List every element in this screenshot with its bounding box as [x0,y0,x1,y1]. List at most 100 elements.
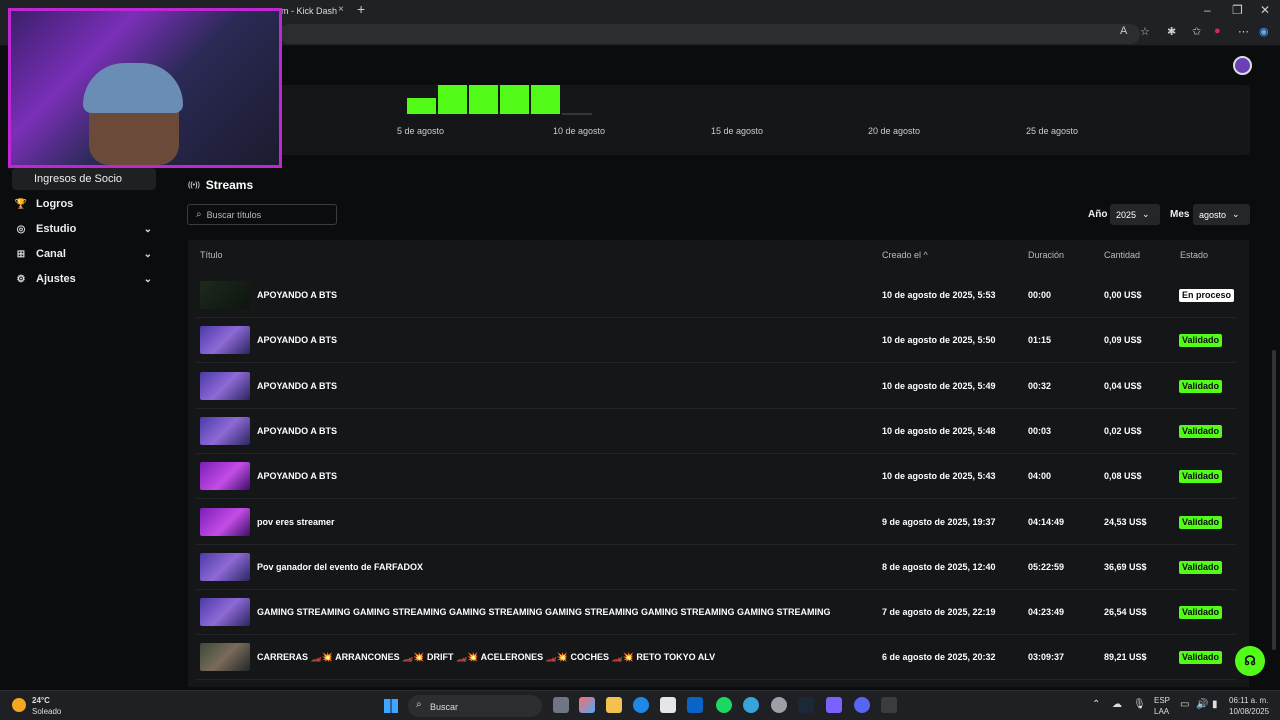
col-created[interactable]: Creado el ^ [882,250,928,260]
volume-icon[interactable]: 🔊 [1196,699,1208,710]
table-row[interactable]: APOYANDO A BTS 10 de agosto de 2025, 5:50… [196,318,1236,364]
language-code[interactable]: ESP [1154,696,1170,705]
stream-amount: 0,00 US$ [1104,290,1142,300]
table-row[interactable]: APOYANDO A BTS 10 de agosto de 2025, 5:43… [196,454,1236,500]
outlook-icon[interactable] [687,697,703,713]
favorite-star-icon[interactable]: ☆ [1140,25,1150,38]
app-icon[interactable] [881,697,897,713]
clock-time[interactable]: 06:11 a. m. [1229,696,1268,705]
table-row[interactable]: APOYANDO A BTS 10 de agosto de 2025, 5:53… [196,273,1236,318]
battery-icon[interactable]: ▮ [1212,699,1218,710]
table-row[interactable]: CARRERAS 🏎️💥 ARRANCONES 🏎️💥 DRIFT 🏎️💥 AC… [196,635,1236,681]
col-status[interactable]: Estado [1180,250,1208,260]
minimize-icon[interactable]: – [1204,3,1211,17]
stream-amount: 24,53 US$ [1104,516,1147,527]
scrollbar[interactable] [1272,350,1276,650]
stream-thumbnail[interactable] [200,371,250,400]
stream-title: APOYANDO A BTS [257,335,338,346]
sidebar-item-label: Logros [36,198,74,210]
chart-bar[interactable] [438,85,467,114]
sidebar-item-icon: ◎ [16,223,26,235]
extensions-icon[interactable]: ✱ [1167,25,1176,38]
stream-thumbnail[interactable] [200,552,250,581]
stream-thumbnail[interactable] [200,281,250,309]
status-badge: Validado [1179,515,1223,529]
stream-duration: 04:14:49 [1028,516,1065,527]
stream-amount: 89,21 US$ [1104,652,1147,663]
stream-created: 10 de agosto de 2025, 5:43 [882,471,996,482]
microphone-icon[interactable]: 🎙 [1133,699,1146,710]
spotify-icon[interactable] [716,697,732,713]
copilot-icon[interactable]: ◉ [1259,25,1269,38]
col-amount[interactable]: Cantidad [1104,250,1140,260]
stream-amount: 0,08 US$ [1104,471,1142,482]
network-icon[interactable]: ▭ [1180,699,1189,710]
sidebar-item-4[interactable]: ⚙ Ajustes ⌄ [12,268,156,290]
chart-bar[interactable] [500,85,529,114]
table-row[interactable]: GAMING STREAMING GAMING STREAMING GAMING… [196,590,1236,636]
stream-thumbnail[interactable] [200,598,250,627]
table-row[interactable]: Pov ganador del evento de FARFADOX 8 de a… [196,545,1236,590]
sidebar-item-3[interactable]: ⊞ Canal ⌄ [12,243,156,265]
stream-amount: 0,02 US$ [1104,425,1142,436]
table-row[interactable]: APOYANDO A BTS 10 de agosto de 2025, 5:49… [196,364,1236,409]
clock-date[interactable]: 10/08/2025 [1229,707,1269,716]
windows-start-icon[interactable] [384,699,398,713]
chevron-down-icon: ⌄ [143,223,152,235]
sidebar-item-0[interactable]: Ingresos de Socio [12,168,156,190]
year-select[interactable]: 2025 ⌄ [1110,204,1160,225]
month-select[interactable]: agosto ⌄ [1193,204,1250,225]
stream-created: 6 de agosto de 2025, 20:32 [882,652,996,663]
stream-thumbnail[interactable] [200,416,250,445]
edge-icon[interactable] [633,697,649,713]
search-input[interactable]: ⌕ Buscar títulos [187,204,337,225]
copilot-app-icon[interactable] [579,697,595,713]
weather-temp: 24°C [32,696,50,705]
chart-bar[interactable] [407,98,436,114]
stream-amount: 36,69 US$ [1104,561,1147,572]
stream-thumbnail[interactable] [200,326,250,355]
stream-created: 10 de agosto de 2025, 5:48 [882,425,996,436]
url-field[interactable] [280,24,1140,44]
file-explorer-icon[interactable] [606,697,622,713]
store-icon[interactable] [660,697,676,713]
tray-chevron-icon[interactable]: ⌃ [1092,699,1100,710]
obs-app-icon[interactable] [826,697,842,713]
earnings-chart [178,85,1250,155]
sidebar-item-icon: ⚙ [16,273,26,285]
tray-app-icon[interactable]: ☁ [1112,699,1122,710]
chart-bar[interactable] [531,85,560,114]
read-aloud-icon[interactable]: A [1120,25,1127,37]
sidebar-item-label: Ajustes [36,273,76,285]
sidebar-item-2[interactable]: ◎ Estudio ⌄ [12,218,156,240]
favorites-icon[interactable]: ✩ [1192,25,1201,38]
chart-bar[interactable] [469,85,498,114]
restore-icon[interactable]: ❐ [1232,3,1243,17]
stream-thumbnail[interactable] [200,643,250,672]
task-view-icon[interactable] [553,697,569,713]
more-menu-icon[interactable]: ⋯ [1238,25,1249,38]
table-row[interactable]: pov eres streamer 9 de agosto de 2025, 19… [196,500,1236,545]
table-row[interactable]: APOYANDO A BTS 10 de agosto de 2025, 5:48… [196,409,1236,454]
stream-created: 8 de agosto de 2025, 12:40 [882,561,996,572]
settings-icon[interactable] [771,697,787,713]
support-chat-button[interactable]: ☊ [1235,646,1265,676]
taskbar-search[interactable]: ⌕ Buscar [408,695,542,717]
status-badge: En proceso [1179,289,1235,302]
stream-thumbnail[interactable] [200,462,250,491]
col-duration[interactable]: Duración [1028,250,1064,260]
steam-icon[interactable] [798,697,814,713]
col-title[interactable]: Título [200,250,223,260]
discord-icon[interactable] [854,697,870,713]
profile-icon[interactable]: ● [1214,25,1221,37]
close-icon[interactable]: ✕ [1260,3,1270,17]
tab-close-icon[interactable]: × [338,4,344,15]
sidebar-item-1[interactable]: 🏆 Logros [12,193,156,215]
language-layout[interactable]: LAA [1154,707,1169,716]
user-avatar[interactable] [1233,56,1252,75]
stream-amount: 26,54 US$ [1104,607,1147,618]
browser-app-icon[interactable] [743,697,759,713]
new-tab-icon[interactable]: + [357,1,365,17]
status-badge: Validado [1179,379,1223,393]
stream-thumbnail[interactable] [200,507,250,536]
